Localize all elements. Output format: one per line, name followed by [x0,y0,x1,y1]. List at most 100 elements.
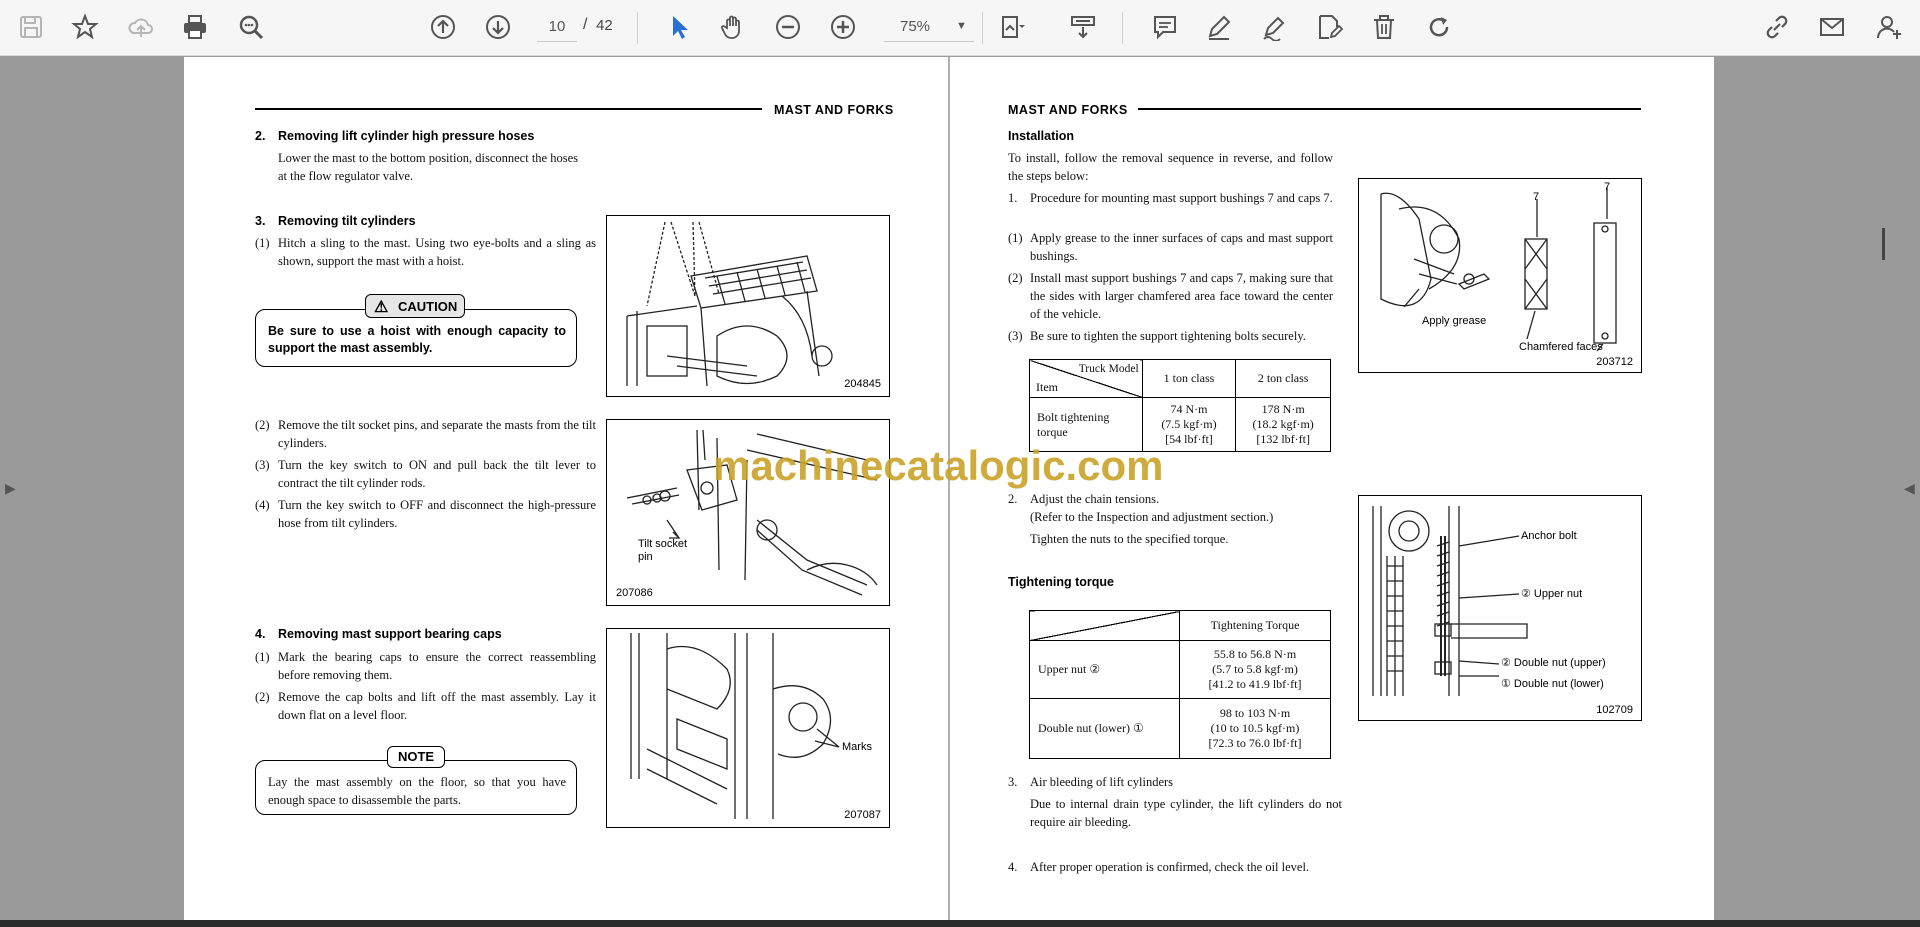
figure-hoist-sling: 204845 [606,215,890,397]
section-number: 4. [255,627,266,641]
toolbar-divider [982,12,983,44]
add-user-icon[interactable] [1872,10,1906,44]
corner-top-label: Truck Model [1078,363,1139,375]
header-rule [1138,108,1641,110]
left-panel-toggle-icon[interactable]: ▶ [5,480,16,497]
page-separator: / [583,16,588,33]
step-text: Remove the tilt socket pins, and separat… [278,418,596,450]
zoom-out-icon[interactable] [771,10,805,44]
cloud-upload-icon[interactable] [124,10,158,44]
email-icon[interactable] [1815,10,1849,44]
sign-icon[interactable] [1257,10,1291,44]
zoom-search-icon[interactable] [234,10,268,44]
toolbar-divider [1122,12,1123,44]
step-text: Turn the key switch to OFF and disconnec… [278,498,596,530]
hand-tool-icon[interactable] [716,10,750,44]
watermark-text: machinecatalogic.com [713,442,1164,489]
select-cursor-icon[interactable] [662,10,696,44]
step-number: 3. [1008,775,1018,789]
section-title: Installation [1008,129,1074,143]
table-header-cell: 2 ton class [1235,359,1331,398]
step-number: (2) [255,690,270,704]
table-corner-cell [1029,610,1180,641]
figure-label: 7 [1604,181,1611,193]
zoom-in-icon[interactable] [826,10,860,44]
step-number: (3) [1008,329,1023,343]
zoom-value: 75% [900,18,931,35]
figure-label: Chamfered faces [1519,341,1603,353]
step-number: (1) [1008,231,1023,245]
step-number: (2) [1008,271,1023,285]
scrollbar-thumb[interactable] [1882,228,1885,260]
hoist-illustration [626,221,833,387]
page-total: 42 [596,17,613,34]
figure-label: 7 [1533,191,1540,203]
comment-icon[interactable] [1148,10,1182,44]
tightening-torque-table: Tightening Torque Upper nut ② 55.8 to 56… [1029,610,1331,759]
figure-label: Marks [842,741,872,753]
table-cell: 55.8 to 56.8 N·m (5.7 to 5.8 kgf·m) [41.… [1179,640,1331,699]
highlight-pen-icon[interactable] [1202,10,1236,44]
next-page-icon[interactable] [481,10,515,44]
section-body: Lower the mast to the bottom position, d… [278,151,578,183]
scroll-mode-icon[interactable] [1066,10,1100,44]
section-title: Removing lift cylinder high pressure hos… [278,129,535,143]
figure-label: ① Double nut (lower) [1501,678,1604,690]
rotate-icon[interactable] [1422,10,1456,44]
figure-label: pin [638,551,653,563]
save-icon[interactable] [14,10,48,44]
torque-lbfft: [132 lbf·ft] [1256,432,1310,446]
step-number: (1) [255,236,270,250]
table-cell: 178 N·m (18.2 kgf·m) [132 lbf·ft] [1235,397,1331,452]
section-number: 3. [255,214,266,228]
step-text: Tighten the nuts to the specified torque… [1030,532,1229,546]
table-corner-cell: Truck Model Item [1029,359,1143,398]
share-link-icon[interactable] [1760,10,1794,44]
page-header: MAST AND FORKS [1008,103,1128,117]
figure-label: Anchor bolt [1521,530,1577,542]
table-cell: 98 to 103 N·m (10 to 10.5 kgf·m) [72.3 t… [1179,698,1331,759]
section-title: Tightening torque [1008,575,1115,589]
step-number: (3) [255,458,270,472]
step-text: Be sure to tighten the support tightenin… [1030,329,1306,343]
torque-kgfm: (5.7 to 5.8 kgf·m) [1212,662,1298,676]
section-number: 2. [255,129,266,143]
figure-label: ② Double nut (upper) [1501,657,1606,669]
torque-nm: 178 N·m [1261,402,1305,416]
step-text: Due to internal drain type cylinder, the… [1030,797,1342,829]
step-text: After proper operation is confirmed, che… [1030,860,1310,874]
page-number-input[interactable] [537,12,577,42]
step-text: Apply grease to the inner surfaces of ca… [1030,231,1333,263]
edit-document-icon[interactable] [1312,10,1346,44]
step-text: Air bleeding of lift cylinders [1030,775,1174,789]
step-number: (4) [255,498,270,512]
previous-page-icon[interactable] [426,10,460,44]
torque-kgfm: (7.5 kgf·m) [1161,417,1217,431]
step-text: Mark the bearing caps to ensure the corr… [278,650,596,682]
caution-text: Be sure to use a hoist with enough capac… [268,324,566,355]
figure-label: Apply grease [1422,315,1487,327]
table-row-label: Upper nut ② [1029,640,1180,699]
torque-lbfft: [72.3 to 76.0 lbf·ft] [1208,736,1302,750]
figure-id: 207087 [844,809,881,821]
right-panel-toggle-icon[interactable]: ◀ [1904,480,1915,497]
star-icon[interactable] [68,10,102,44]
step-number: 1. [1008,191,1018,205]
torque-nm: 74 N·m [1170,402,1208,416]
print-icon[interactable] [178,10,212,44]
page-fit-icon[interactable] [996,10,1030,44]
figure-id: 102709 [1596,704,1633,716]
torque-kgfm: (18.2 kgf·m) [1252,417,1314,431]
step-text: Adjust the chain tensions. [1030,492,1160,506]
delete-icon[interactable] [1367,10,1401,44]
toolbar: / 42 75% ▼ [0,0,1920,56]
warning-icon: ⚠ [374,299,389,316]
torque-nm: 55.8 to 56.8 N·m [1213,647,1297,661]
note-text: Lay the mast assembly on the floor, so t… [268,775,566,807]
step-text: Install mast support bushings 7 and caps… [1030,271,1333,321]
bottom-bar [0,920,1920,927]
zoom-select[interactable]: 75% ▼ [884,12,974,42]
step-text: Turn the key switch to ON and pull back … [278,458,596,490]
table-header-cell: 1 ton class [1141,359,1237,398]
table-row-label: Double nut (lower) ① [1029,698,1180,759]
